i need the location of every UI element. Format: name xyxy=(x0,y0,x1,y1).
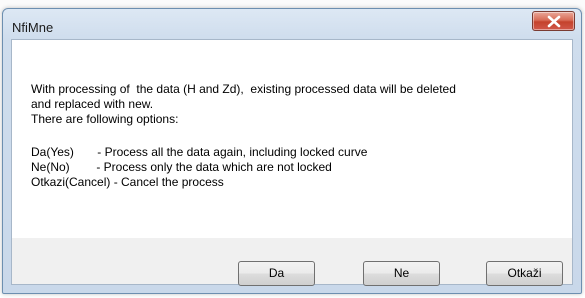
option-no-text: Ne(No) - Process only the data which are… xyxy=(31,160,332,174)
window-title: NfiMne xyxy=(12,20,54,35)
message-line-2: and replaced with new. xyxy=(31,97,154,111)
message-dialog: NfiMne With processing of the data (H an… xyxy=(2,8,582,294)
message-line-3: There are following options: xyxy=(31,112,179,126)
close-icon xyxy=(547,15,561,28)
message-line-1: With processing of the data (H and Zd), … xyxy=(31,82,456,96)
close-button[interactable] xyxy=(532,11,575,31)
title-bar[interactable]: NfiMne xyxy=(3,9,581,39)
message-area: With processing of the data (H and Zd), … xyxy=(12,40,572,238)
yes-button[interactable]: Da xyxy=(238,261,315,286)
cancel-button[interactable]: Otkaži xyxy=(486,261,563,286)
option-cancel-text: Otkazi(Cancel) - Cancel the process xyxy=(31,175,224,189)
dialog-client-area: With processing of the data (H and Zd), … xyxy=(11,39,573,286)
option-yes-text: Da(Yes) - Process all the data again, in… xyxy=(31,145,368,159)
no-button[interactable]: Ne xyxy=(363,261,440,286)
